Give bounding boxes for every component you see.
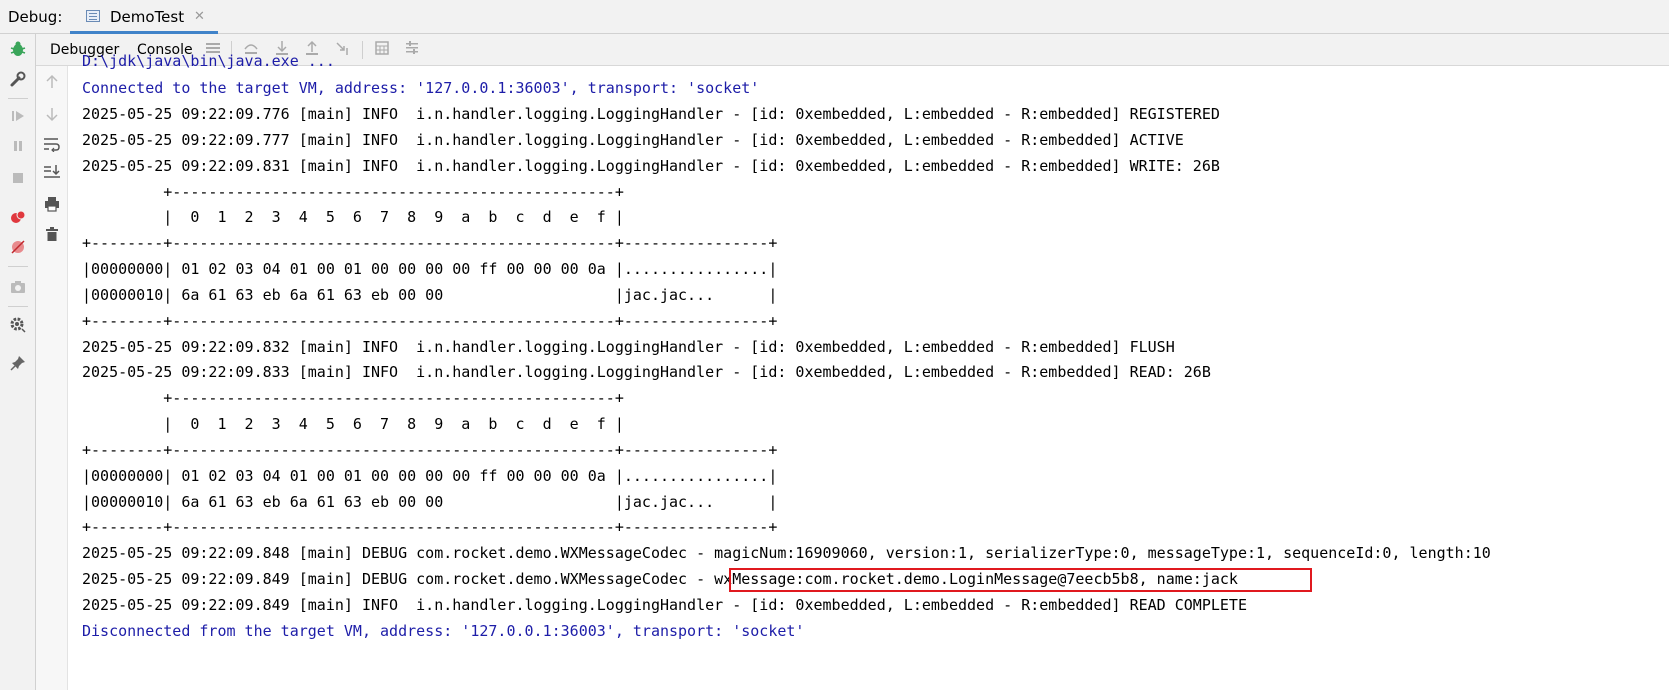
highlight-box xyxy=(729,568,1312,592)
stop-icon[interactable] xyxy=(8,170,28,190)
tab-title: DemoTest xyxy=(110,8,185,26)
console-line: Disconnected from the target VM, address… xyxy=(82,622,805,640)
console-line: |00000010| 6a 61 63 eb 6a 61 63 eb 00 00… xyxy=(82,286,778,304)
debug-tool-window-header: Debug: DemoTest ✕ xyxy=(0,0,1669,34)
trash-icon[interactable] xyxy=(42,226,62,246)
console-line: +--------+------------------------------… xyxy=(82,441,778,459)
separator xyxy=(8,98,28,99)
separator xyxy=(8,306,28,307)
console-line: |00000010| 6a 61 63 eb 6a 61 63 eb 00 00… xyxy=(82,493,778,511)
console-line: |00000000| 01 02 03 04 01 00 01 00 00 00… xyxy=(82,260,778,278)
console-side-toolbar xyxy=(36,66,68,690)
debug-label: Debug: xyxy=(8,8,63,26)
console-line: 2025-05-25 09:22:09.849 [main] INFO i.n.… xyxy=(82,596,1247,614)
console-output[interactable]: D:\jdk\java\bin\java.exe ... Connected t… xyxy=(68,52,1669,690)
console-line: | 0 1 2 3 4 5 6 7 8 9 a b c d e f | xyxy=(82,415,624,433)
console-line: 2025-05-25 09:22:09.776 [main] INFO i.n.… xyxy=(82,105,1220,123)
soft-wrap-icon[interactable] xyxy=(42,136,62,156)
console-line: 2025-05-25 09:22:09.831 [main] INFO i.n.… xyxy=(82,157,1220,175)
console-line: D:\jdk\java\bin\java.exe ... xyxy=(82,52,335,70)
tab-demotest[interactable]: DemoTest ✕ xyxy=(70,0,218,34)
settings-gear-icon[interactable] xyxy=(8,316,28,336)
scroll-to-end-icon[interactable] xyxy=(42,164,62,184)
bug-icon[interactable] xyxy=(8,40,28,60)
console-line: Connected to the target VM, address: '12… xyxy=(82,79,760,97)
wrench-icon[interactable] xyxy=(8,70,28,90)
console-line: 2025-05-25 09:22:09.848 [main] DEBUG com… xyxy=(82,544,1491,562)
resume-icon[interactable] xyxy=(8,108,28,128)
arrow-down-icon[interactable] xyxy=(42,106,62,126)
console-line: | 0 1 2 3 4 5 6 7 8 9 a b c d e f | xyxy=(82,208,624,226)
console-line: |00000000| 01 02 03 04 01 00 01 00 00 00… xyxy=(82,467,778,485)
run-config-icon xyxy=(86,10,100,22)
print-icon[interactable] xyxy=(42,196,62,216)
console-line: 2025-05-25 09:22:09.777 [main] INFO i.n.… xyxy=(82,131,1184,149)
pause-icon[interactable] xyxy=(8,138,28,158)
separator xyxy=(8,266,28,267)
console-line: 2025-05-25 09:22:09.832 [main] INFO i.n.… xyxy=(82,338,1175,356)
debug-side-toolbar xyxy=(0,34,36,690)
view-breakpoints-icon[interactable] xyxy=(8,208,28,228)
pin-icon[interactable] xyxy=(8,354,28,374)
console-line: +--------+------------------------------… xyxy=(82,312,778,330)
console-line: +--------+------------------------------… xyxy=(82,518,778,536)
camera-icon[interactable] xyxy=(8,278,28,298)
close-tab-icon[interactable]: ✕ xyxy=(194,9,205,24)
console-line: +---------------------------------------… xyxy=(82,389,624,407)
mute-breakpoints-icon[interactable] xyxy=(8,238,28,258)
console-line: +---------------------------------------… xyxy=(82,183,624,201)
console-line: +--------+------------------------------… xyxy=(82,234,778,252)
console-line: 2025-05-25 09:22:09.833 [main] INFO i.n.… xyxy=(82,363,1211,381)
arrow-up-icon[interactable] xyxy=(42,74,62,94)
